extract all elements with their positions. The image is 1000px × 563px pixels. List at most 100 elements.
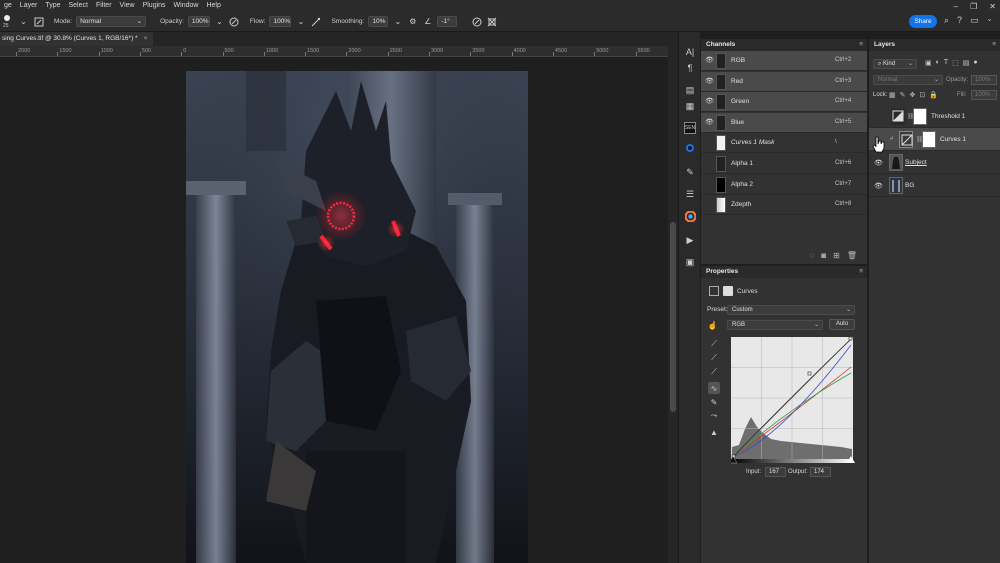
- layer-row-threshold[interactable]: ⛓ Threshold 1: [869, 105, 1000, 128]
- opacity-field[interactable]: 100%: [187, 16, 210, 27]
- menu-layer[interactable]: Layer: [16, 0, 42, 12]
- layer-mask-thumb[interactable]: [913, 108, 927, 125]
- canvas-area[interactable]: [0, 57, 668, 563]
- pixel-filter-icon[interactable]: ▣: [925, 59, 932, 67]
- eyedropper-gray-icon[interactable]: ⟋: [708, 352, 720, 364]
- ring-icon[interactable]: [684, 142, 696, 154]
- color-wheel-icon[interactable]: [684, 210, 696, 222]
- curve-point-tool-icon[interactable]: ∿: [708, 382, 720, 394]
- menu-select[interactable]: Select: [65, 0, 92, 12]
- symmetry-icon[interactable]: [486, 16, 497, 27]
- workspace-icon[interactable]: ▭: [970, 15, 979, 26]
- menu-image[interactable]: ge: [0, 0, 16, 12]
- mask-icon[interactable]: [723, 286, 733, 296]
- visibility-toggle[interactable]: [705, 181, 713, 189]
- brush-settings-icon[interactable]: [33, 16, 44, 27]
- curve-endpoint[interactable]: [848, 337, 853, 341]
- chevron-down-icon[interactable]: ⌄: [214, 16, 225, 27]
- gear-icon[interactable]: ⚙: [407, 16, 418, 27]
- properties-title[interactable]: Properties: [706, 268, 738, 275]
- visibility-toggle[interactable]: [705, 160, 713, 168]
- close-tab-icon[interactable]: ×: [144, 35, 148, 42]
- plugin-icon[interactable]: SEN: [684, 122, 696, 134]
- share-button[interactable]: Share: [909, 15, 937, 28]
- input-value-field[interactable]: 167: [765, 467, 786, 477]
- save-selection-icon[interactable]: ◙: [821, 251, 826, 260]
- lock-all-icon[interactable]: 🔒: [929, 91, 938, 99]
- smooth-icon[interactable]: ⤳: [708, 410, 720, 422]
- history-icon[interactable]: ▤: [684, 84, 696, 96]
- channel-row[interactable]: 👁 Green Ctrl+4: [701, 92, 867, 113]
- channel-row[interactable]: Alpha 1 Ctrl+6: [701, 154, 867, 174]
- eyedropper-black-icon[interactable]: ⟋: [708, 338, 720, 350]
- chevron-down-icon[interactable]: ⌄: [295, 16, 306, 27]
- horizontal-ruler[interactable]: 2000 1500 1000 500 0 500 1000 1500 2000 2500 3000 3…: [0, 46, 668, 57]
- layer-name[interactable]: Threshold 1: [931, 113, 965, 120]
- auto-button[interactable]: Auto: [829, 319, 855, 330]
- type-filter-icon[interactable]: T: [944, 59, 948, 67]
- angle-field[interactable]: -1°: [437, 16, 458, 27]
- channel-select[interactable]: RGB ⌄: [727, 320, 823, 330]
- channel-row[interactable]: 👁 RGB Ctrl+2: [701, 51, 867, 71]
- layer-row-bg[interactable]: 👁 BG: [869, 174, 1000, 197]
- lock-artboard-icon[interactable]: ⊡: [919, 91, 925, 99]
- angle-icon[interactable]: ∠: [422, 16, 433, 27]
- menu-window[interactable]: Window: [170, 0, 203, 12]
- channel-row[interactable]: 👁 Red Ctrl+3: [701, 71, 867, 92]
- lock-transparent-icon[interactable]: ▦: [889, 91, 896, 99]
- blend-mode-select[interactable]: Normal ⌄: [873, 75, 943, 85]
- panel-menu-icon[interactable]: ≡: [859, 266, 863, 278]
- panel-menu-icon[interactable]: ≡: [992, 39, 996, 51]
- layer-name[interactable]: Subject: [905, 159, 927, 166]
- clipping-icon[interactable]: ▲: [708, 426, 720, 438]
- fill-field[interactable]: 100%: [971, 90, 997, 100]
- new-channel-icon[interactable]: ⊞: [833, 251, 840, 260]
- libraries-icon[interactable]: ▣: [684, 256, 696, 268]
- brush-tool-icon[interactable]: ✎: [684, 166, 696, 178]
- smoothing-field[interactable]: 10%: [368, 16, 389, 27]
- delete-channel-icon[interactable]: 🗑: [847, 251, 857, 260]
- paragraph-icon[interactable]: ¶: [684, 62, 696, 74]
- scrollbar-thumb[interactable]: [670, 222, 676, 412]
- curve-point[interactable]: [807, 371, 812, 376]
- layer-opacity-field[interactable]: 100%: [971, 75, 997, 85]
- menu-help[interactable]: Help: [202, 0, 224, 12]
- load-selection-icon[interactable]: ◌: [810, 251, 815, 260]
- close-window-icon[interactable]: ✕: [989, 2, 996, 11]
- menu-view[interactable]: View: [116, 0, 139, 12]
- lock-image-icon[interactable]: ✎: [900, 91, 906, 99]
- layer-name[interactable]: Curves 1: [940, 136, 966, 143]
- eye-icon[interactable]: 👁: [705, 77, 714, 85]
- visibility-toggle[interactable]: [705, 139, 713, 147]
- menu-filter[interactable]: Filter: [92, 0, 116, 12]
- layer-row-subject[interactable]: 👁 Subject: [869, 151, 1000, 174]
- chevron-down-icon[interactable]: ⌄: [18, 16, 29, 27]
- vertical-scrollbar[interactable]: [668, 46, 678, 563]
- play-icon[interactable]: ▶: [684, 234, 696, 246]
- channels-title[interactable]: Channels: [706, 41, 735, 48]
- menu-plugins[interactable]: Plugins: [139, 0, 170, 12]
- channel-row[interactable]: Zdepth Ctrl+8: [701, 195, 867, 216]
- flow-field[interactable]: 100%: [269, 16, 292, 27]
- visibility-toggle[interactable]: [873, 113, 881, 121]
- eyedropper-white-icon[interactable]: ⟋: [708, 366, 720, 378]
- eye-icon[interactable]: 👁: [705, 97, 714, 105]
- chevron-down-icon[interactable]: ⌄: [987, 15, 993, 26]
- layer-mask-thumb[interactable]: [922, 131, 936, 148]
- eye-icon[interactable]: 👁: [705, 56, 714, 64]
- info-icon[interactable]: ▦: [684, 100, 696, 112]
- layer-name[interactable]: BG: [905, 182, 914, 189]
- visibility-toggle[interactable]: [705, 201, 713, 209]
- preset-select[interactable]: Custom ⌄: [727, 305, 855, 315]
- layer-row-curves[interactable]: ↲ ⛓ Curves 1: [869, 128, 1000, 151]
- pressure-size-icon[interactable]: [471, 16, 482, 27]
- input-sliders[interactable]: [731, 456, 855, 464]
- airbrush-icon[interactable]: [310, 16, 321, 27]
- eye-icon[interactable]: 👁: [874, 182, 883, 190]
- shape-filter-icon[interactable]: ⬚: [952, 59, 959, 67]
- panel-menu-icon[interactable]: ≡: [859, 39, 863, 51]
- adjustment-filter-icon[interactable]: ◐: [936, 59, 940, 67]
- eye-icon[interactable]: 👁: [705, 118, 714, 126]
- menu-type[interactable]: Type: [41, 0, 64, 12]
- targeted-adjustment-icon[interactable]: ☝: [707, 320, 718, 331]
